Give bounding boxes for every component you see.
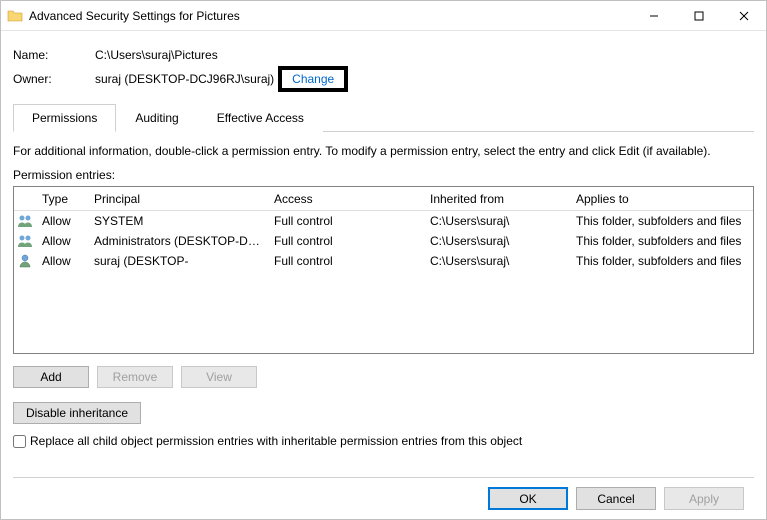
change-owner-link[interactable]: Change (292, 72, 334, 86)
tab-strip: Permissions Auditing Effective Access (13, 103, 754, 132)
table-row[interactable]: Allowsuraj (DESKTOP-Full controlC:\Users… (14, 251, 753, 271)
tab-effective-access[interactable]: Effective Access (198, 104, 323, 132)
window-controls (631, 1, 766, 30)
cell-type: Allow (36, 254, 88, 268)
col-inherited[interactable]: Inherited from (424, 192, 570, 206)
entry-actions: Add Remove View (13, 366, 754, 388)
window-title: Advanced Security Settings for Pictures (29, 9, 631, 23)
ok-button[interactable]: OK (488, 487, 568, 510)
permission-entries-grid[interactable]: Type Principal Access Inherited from App… (13, 186, 754, 354)
cell-applies: This folder, subfolders and files (570, 234, 753, 248)
col-principal[interactable]: Principal (88, 192, 268, 206)
cell-access: Full control (268, 214, 424, 228)
owner-row: Owner: suraj (DESKTOP-DCJ96RJ\suraj) Cha… (13, 67, 754, 91)
replace-children-label[interactable]: Replace all child object permission entr… (30, 434, 522, 448)
remove-button[interactable]: Remove (97, 366, 173, 388)
apply-button[interactable]: Apply (664, 487, 744, 510)
table-row[interactable]: AllowAdministrators (DESKTOP-DC...Full c… (14, 231, 753, 251)
principal-icon (14, 233, 36, 249)
col-type[interactable]: Type (36, 192, 88, 206)
cell-inherited: C:\Users\suraj\ (424, 254, 570, 268)
cell-applies: This folder, subfolders and files (570, 214, 753, 228)
cell-access: Full control (268, 234, 424, 248)
principal-icon (14, 213, 36, 229)
cancel-button[interactable]: Cancel (576, 487, 656, 510)
titlebar: Advanced Security Settings for Pictures (1, 1, 766, 31)
principal-icon (14, 253, 36, 269)
cell-access: Full control (268, 254, 424, 268)
minimize-button[interactable] (631, 1, 676, 30)
cell-principal: suraj (DESKTOP- (88, 254, 268, 268)
col-applies[interactable]: Applies to (570, 192, 753, 206)
grid-body: AllowSYSTEMFull controlC:\Users\suraj\Th… (14, 211, 753, 271)
folder-icon (7, 8, 23, 24)
change-owner-highlight: Change (278, 66, 348, 92)
replace-children-row: Replace all child object permission entr… (13, 434, 754, 448)
add-button[interactable]: Add (13, 366, 89, 388)
cell-inherited: C:\Users\suraj\ (424, 214, 570, 228)
dialog-content: Name: C:\Users\suraj\Pictures Owner: sur… (1, 31, 766, 519)
disable-inheritance-button[interactable]: Disable inheritance (13, 402, 141, 424)
replace-children-checkbox[interactable] (13, 435, 26, 448)
cell-type: Allow (36, 234, 88, 248)
col-access[interactable]: Access (268, 192, 424, 206)
permission-entries-label: Permission entries: (13, 168, 754, 182)
cell-applies: This folder, subfolders and files (570, 254, 753, 268)
cell-principal: Administrators (DESKTOP-DC... (88, 234, 268, 248)
table-row[interactable]: AllowSYSTEMFull controlC:\Users\suraj\Th… (14, 211, 753, 231)
tab-permissions[interactable]: Permissions (13, 104, 116, 132)
dialog-footer: OK Cancel Apply (13, 477, 754, 519)
cell-principal: SYSTEM (88, 214, 268, 228)
name-row: Name: C:\Users\suraj\Pictures (13, 43, 754, 67)
view-button[interactable]: View (181, 366, 257, 388)
name-label: Name: (13, 48, 95, 62)
maximize-button[interactable] (676, 1, 721, 30)
security-dialog: Advanced Security Settings for Pictures … (0, 0, 767, 520)
owner-value: suraj (DESKTOP-DCJ96RJ\suraj) (95, 72, 274, 86)
owner-label: Owner: (13, 72, 95, 86)
tab-auditing[interactable]: Auditing (116, 104, 197, 132)
cell-inherited: C:\Users\suraj\ (424, 234, 570, 248)
grid-header: Type Principal Access Inherited from App… (14, 187, 753, 211)
name-value: C:\Users\suraj\Pictures (95, 48, 218, 62)
close-button[interactable] (721, 1, 766, 30)
inheritance-row: Disable inheritance (13, 402, 754, 424)
instructions-text: For additional information, double-click… (13, 144, 754, 158)
cell-type: Allow (36, 214, 88, 228)
